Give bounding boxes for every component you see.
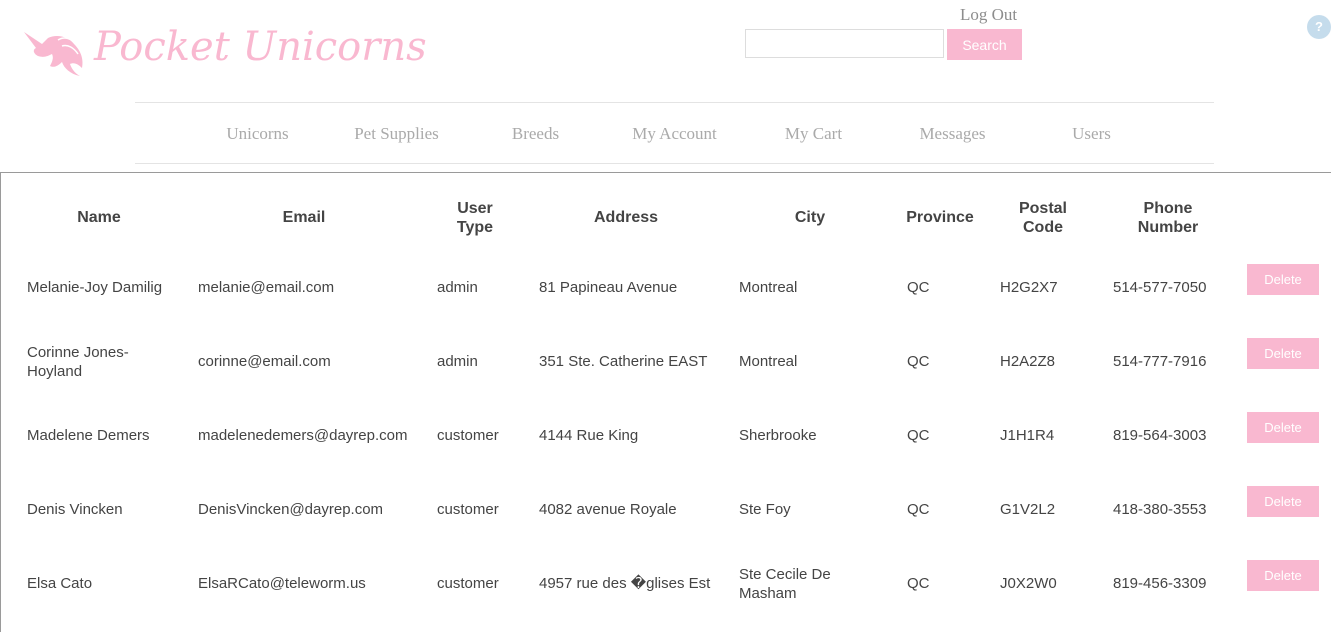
cell-name: Melanie-Joy Damilig — [27, 279, 163, 296]
cell-phone: 819-456-3309 — [1113, 575, 1207, 592]
cell-address: 4144 Rue King — [539, 427, 639, 444]
nav-item-my-cart[interactable]: My Cart — [744, 103, 883, 163]
cell-address: 4957 rue des �glises Est — [539, 575, 711, 592]
nav-item-unicorns[interactable]: Unicorns — [188, 103, 327, 163]
cell-email: madelenedemers@dayrep.com — [198, 427, 408, 444]
cell-user-type: admin — [437, 279, 478, 296]
content-divider — [0, 172, 1331, 173]
nav-item-users[interactable]: Users — [1022, 103, 1161, 163]
column-header-address: Address — [593, 209, 659, 226]
cell-user-type: admin — [437, 353, 478, 370]
cell-name: Madelene Demers — [27, 427, 150, 444]
cell-city: Montreal — [739, 353, 798, 370]
column-header-province: Province — [906, 209, 974, 226]
cell-postal-code: J0X2W0 — [1000, 575, 1057, 592]
nav-item-pet-supplies[interactable]: Pet Supplies — [327, 103, 466, 163]
cell-address: 351 Ste. Catherine EAST — [539, 353, 708, 370]
cell-province: QC — [907, 353, 930, 370]
column-header-email: Email — [282, 209, 326, 226]
logo[interactable]: Pocket Unicorns — [22, 22, 427, 80]
nav-item-breeds[interactable]: Breeds — [466, 103, 605, 163]
cell-name: Corinne Jones-Hoyland — [27, 344, 129, 380]
cell-name: Denis Vincken — [27, 501, 123, 518]
cell-city: Sherbrooke — [739, 427, 817, 444]
nav-item-my-account[interactable]: My Account — [605, 103, 744, 163]
delete-button[interactable]: Delete — [1247, 486, 1319, 517]
cell-phone: 819-564-3003 — [1113, 427, 1207, 444]
help-icon[interactable]: ? — [1307, 15, 1331, 39]
cell-address: 81 Papineau Avenue — [539, 279, 678, 296]
cell-province: QC — [907, 427, 930, 444]
unicorn-icon — [24, 32, 83, 76]
cell-user-type: customer — [437, 501, 499, 518]
search-input[interactable] — [745, 29, 944, 58]
brand-name: Pocket Unicorns — [94, 24, 427, 70]
search-button[interactable]: Search — [947, 29, 1022, 60]
cell-province: QC — [907, 501, 930, 518]
cell-phone: 514-777-7916 — [1113, 353, 1207, 370]
cell-postal-code: J1H1R4 — [1000, 427, 1055, 444]
nav-item-messages[interactable]: Messages — [883, 103, 1022, 163]
cell-email: DenisVincken@dayrep.com — [198, 501, 384, 518]
cell-postal-code: H2G2X7 — [1000, 279, 1058, 296]
cell-name: Elsa Cato — [27, 575, 93, 592]
cell-address: 4082 avenue Royale — [539, 501, 677, 518]
cell-city: Montreal — [739, 279, 798, 296]
delete-button[interactable]: Delete — [1247, 338, 1319, 369]
cell-email: corinne@email.com — [198, 353, 331, 370]
cell-user-type: customer — [437, 427, 499, 444]
cell-phone: 514-577-7050 — [1113, 279, 1207, 296]
cell-email: ElsaRCato@teleworm.us — [198, 575, 366, 592]
cell-province: QC — [907, 279, 930, 296]
cell-city: Ste Foy — [739, 501, 791, 518]
cell-email: melanie@email.com — [198, 279, 335, 296]
cell-user-type: customer — [437, 575, 499, 592]
column-header-city: City — [794, 209, 826, 226]
logout-link[interactable]: Log Out — [960, 5, 1017, 25]
cell-postal-code: H2A2Z8 — [1000, 353, 1056, 370]
column-header-phone: Phone Number — [1137, 200, 1199, 236]
column-header-user-type: User Type — [456, 200, 494, 236]
column-header-postal-code: Postal Code — [1018, 200, 1067, 236]
cell-province: QC — [907, 575, 930, 592]
delete-button[interactable]: Delete — [1247, 412, 1319, 443]
cell-city: Ste Cecile De Masham — [739, 566, 831, 602]
main-nav: Unicorns Pet Supplies Breeds My Account … — [135, 102, 1214, 164]
cell-postal-code: G1V2L2 — [1000, 501, 1056, 518]
delete-button[interactable]: Delete — [1247, 560, 1319, 591]
delete-button[interactable]: Delete — [1247, 264, 1319, 295]
content-left-border — [0, 172, 1, 632]
column-header-name: Name — [77, 209, 121, 226]
cell-phone: 418-380-3553 — [1113, 501, 1207, 518]
